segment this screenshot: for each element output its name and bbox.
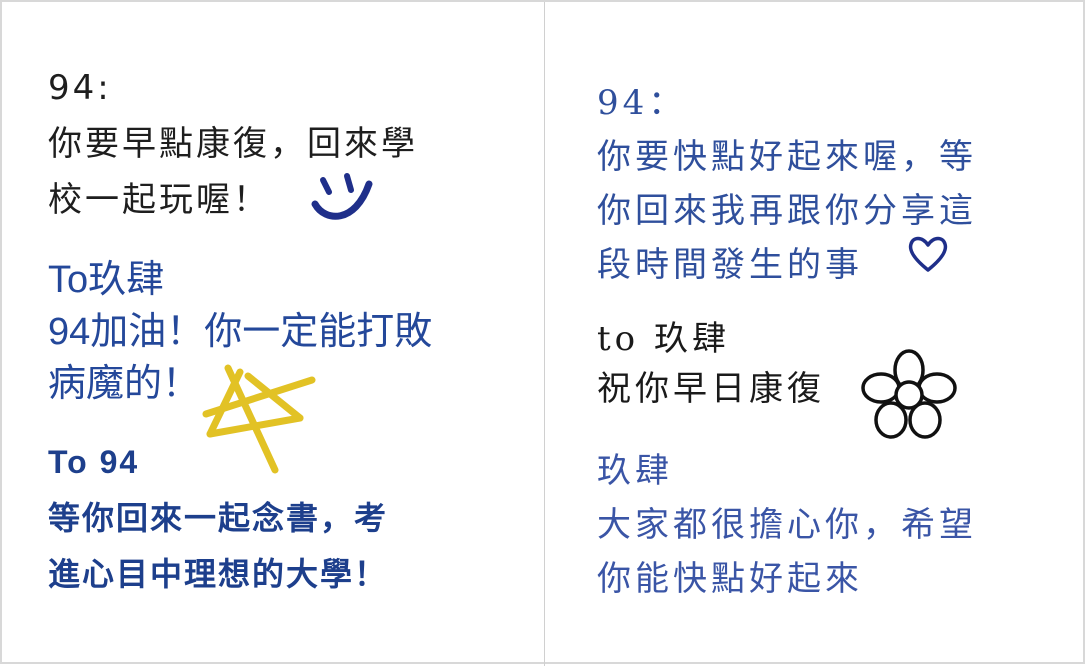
note-1-line-2: 你要早點康復，回來學 (48, 124, 418, 164)
note-5-line-2: 祝你早日康復 (597, 369, 825, 409)
note-3: To 94 等你回來一起念書，考 進心目中理想的大學！ (48, 434, 388, 602)
note-4-line-1: 94： (597, 83, 687, 123)
note-3-line-1: To 94 (48, 444, 140, 480)
note-4-line-2: 你要快點好起來喔，等 (597, 137, 977, 177)
note-6-line-3: 你能快點好起來 (597, 559, 863, 599)
note-2-line-2: 94加油！你一定能打敗 (48, 311, 433, 353)
left-panel: 94: 你要早點康復，回來學 校一起玩喔！ To玖肆 94加油！你一定能打敗 病… (2, 2, 544, 666)
note-6: 玖肆 大家都很擔心你，希望 你能快點好起來 (597, 444, 977, 606)
note-6-line-1: 玖肆 (597, 451, 673, 491)
note-3-line-3: 進心目中理想的大學！ (48, 556, 389, 592)
right-panel: 94： 你要快點好起來喔，等 你回來我再跟你分享這 段時間發生的事 to 玖肆 … (545, 2, 1085, 666)
note-5-line-1: to 玖肆 (597, 319, 730, 359)
note-6-line-2: 大家都很擔心你，希望 (597, 505, 977, 545)
note-2-line-1: To玖肆 (48, 259, 165, 301)
note-1-line-1: 94: (48, 68, 112, 108)
flower-outline-icon (861, 349, 957, 439)
heart-outline-icon (908, 236, 948, 272)
card-sheet: 94: 你要早點康復，回來學 校一起玩喔！ To玖肆 94加油！你一定能打敗 病… (0, 0, 1085, 666)
note-5: to 玖肆 祝你早日康復 (597, 314, 825, 414)
note-4-line-3: 你回來我再跟你分享這 (597, 191, 977, 231)
smiley-doodle (311, 173, 373, 220)
note-3-line-2: 等你回來一起念書，考 (48, 500, 389, 536)
